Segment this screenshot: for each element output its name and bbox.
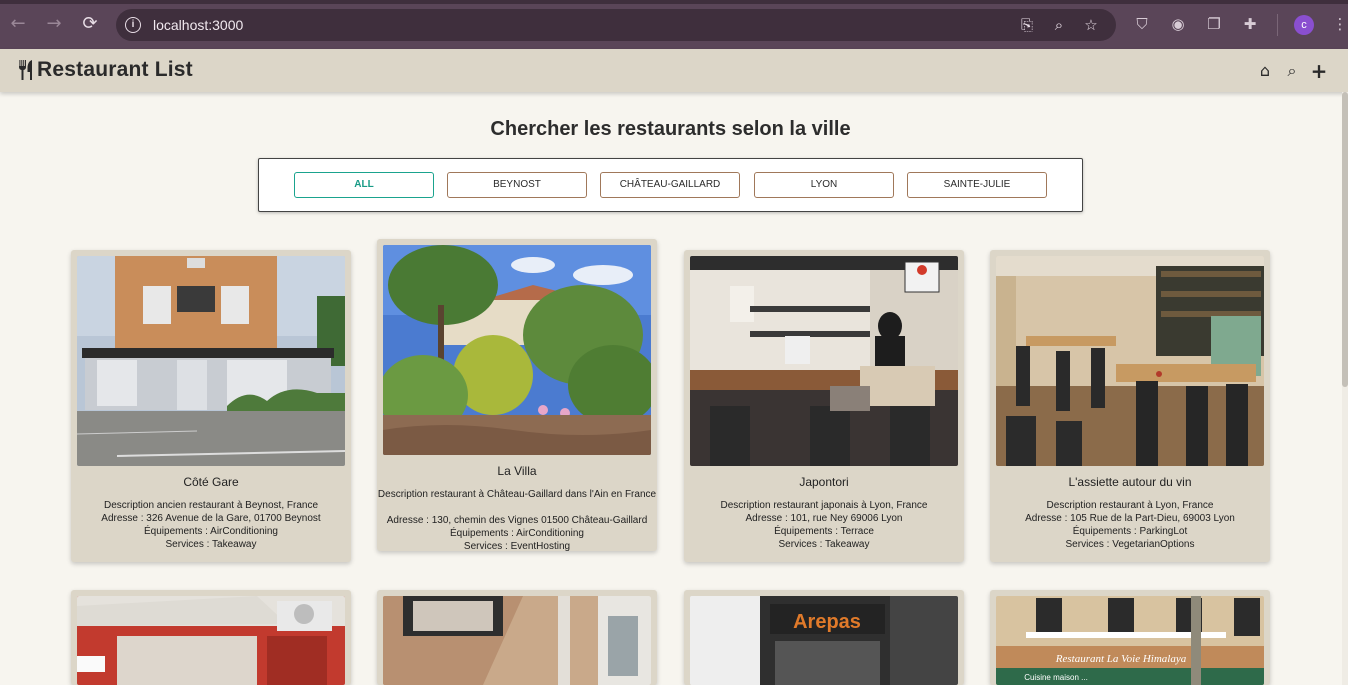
restaurant-photo bbox=[996, 256, 1264, 466]
shield-extension-icon[interactable]: ⛉ bbox=[1133, 15, 1151, 33]
restaurant-photo: Restaurant La Voie Himalaya Cuisine mais… bbox=[996, 596, 1264, 685]
url-text[interactable]: localhost:3000 bbox=[153, 17, 243, 33]
restaurant-photo bbox=[77, 596, 345, 685]
restaurant-photo: Arepas bbox=[690, 596, 958, 685]
restaurant-description: Description restaurant à Château-Gaillar… bbox=[377, 489, 657, 500]
filter-chateau-gaillard-button[interactable]: CHÂTEAU-GAILLARD bbox=[600, 172, 740, 198]
utensils-icon bbox=[18, 60, 32, 80]
restaurant-photo bbox=[77, 256, 345, 466]
browser-menu-icon[interactable]: ⋮ bbox=[1331, 15, 1348, 33]
restaurant-card[interactable]: Côté Gare Description ancien restaurant … bbox=[71, 250, 351, 562]
filter-all-button[interactable]: ALL bbox=[294, 172, 434, 198]
copy-extension-icon[interactable]: ❐ bbox=[1205, 15, 1223, 33]
browser-toolbar: ← → ⟳ i localhost:3000 ⎘ ⌕ ☆ ⛉ ◉ ❐ ✚ c ⋮ bbox=[0, 0, 1348, 49]
restaurant-services: Services : Takeaway bbox=[778, 539, 870, 550]
restaurant-photo bbox=[383, 596, 651, 685]
restaurant-services: Services : EventHosting bbox=[463, 541, 571, 551]
page-scrollbar[interactable] bbox=[1342, 92, 1348, 685]
app-title: Restaurant List bbox=[37, 58, 193, 81]
profile-avatar[interactable]: c bbox=[1294, 15, 1314, 35]
restaurant-name: L'assiette autour du vin bbox=[1068, 475, 1192, 489]
app-header: Restaurant List ⌂ ⌕ + bbox=[0, 49, 1348, 92]
extensions-puzzle-icon[interactable]: ✚ bbox=[1241, 15, 1259, 33]
home-icon[interactable]: ⌂ bbox=[1255, 61, 1275, 81]
address-bar[interactable]: i localhost:3000 ⎘ ⌕ ☆ bbox=[116, 9, 1116, 41]
restaurant-address: Adresse : 326 Avenue de la Gare, 01700 B… bbox=[101, 513, 321, 524]
zoom-icon[interactable]: ⌕ bbox=[1050, 16, 1068, 34]
restaurant-card[interactable]: Restaurant La Voie Himalaya Cuisine mais… bbox=[990, 590, 1270, 685]
bookmark-star-icon[interactable]: ☆ bbox=[1082, 16, 1100, 34]
page-title: Chercher les restaurants selon la ville bbox=[490, 118, 851, 140]
restaurant-equipment: Équipements : Terrace bbox=[774, 526, 874, 537]
restaurant-card[interactable]: Japontori Description restaurant japonai… bbox=[684, 250, 964, 562]
restaurant-services: Services : Takeaway bbox=[165, 539, 257, 550]
forward-icon[interactable]: → bbox=[44, 14, 64, 34]
restaurant-equipment: Équipements : AirConditioning bbox=[450, 528, 584, 539]
restaurant-card[interactable] bbox=[377, 590, 657, 685]
filter-beynost-button[interactable]: BEYNOST bbox=[447, 172, 587, 198]
restaurant-photo bbox=[383, 245, 651, 455]
restaurant-name: Japontori bbox=[799, 475, 849, 489]
restaurant-card[interactable]: La Villa Description restaurant à Châtea… bbox=[377, 239, 657, 551]
filter-sainte-julie-button[interactable]: SAINTE-JULIE bbox=[907, 172, 1047, 198]
scrollbar-thumb[interactable] bbox=[1342, 92, 1348, 387]
restaurant-name: La Villa bbox=[497, 464, 537, 478]
add-icon[interactable]: + bbox=[1309, 61, 1329, 81]
restaurant-card[interactable]: Arepas bbox=[684, 590, 964, 685]
toolbar-divider bbox=[1277, 14, 1278, 36]
restaurant-description: Description ancien restaurant à Beynost,… bbox=[104, 500, 318, 511]
restaurant-services: Services : VegetarianOptions bbox=[1065, 539, 1195, 550]
restaurant-address: Adresse : 105 Rue de la Part-Dieu, 69003… bbox=[1025, 513, 1235, 524]
restaurant-card[interactable] bbox=[71, 590, 351, 685]
sign-text-arepas: Arepas bbox=[793, 611, 861, 633]
tab-strip-edge bbox=[0, 0, 1348, 4]
restaurant-description: Description restaurant japonais à Lyon, … bbox=[720, 500, 928, 511]
sign-subtext-himalaya: Cuisine maison ... bbox=[1024, 673, 1088, 682]
restaurant-address: Adresse : 101, rue Ney 69006 Lyon bbox=[745, 513, 903, 524]
city-filter-bar: ALL BEYNOST CHÂTEAU-GAILLARD LYON SAINTE… bbox=[258, 158, 1083, 212]
install-app-icon[interactable]: ⎘ bbox=[1018, 16, 1036, 34]
search-icon[interactable]: ⌕ bbox=[1282, 61, 1302, 81]
reload-icon[interactable]: ⟳ bbox=[80, 14, 100, 34]
restaurant-address: Adresse : 130, chemin des Vignes 01500 C… bbox=[386, 515, 648, 526]
brand[interactable]: Restaurant List bbox=[17, 58, 193, 82]
restaurant-equipment: Équipements : AirConditioning bbox=[144, 526, 278, 537]
camera-extension-icon[interactable]: ◉ bbox=[1169, 15, 1187, 33]
sign-text-himalaya: Restaurant La Voie Himalaya bbox=[1055, 653, 1187, 665]
restaurant-photo bbox=[690, 256, 958, 466]
back-icon[interactable]: ← bbox=[8, 14, 28, 34]
restaurant-name: Côté Gare bbox=[183, 475, 239, 489]
site-info-icon[interactable]: i bbox=[125, 17, 141, 33]
restaurant-card[interactable]: L'assiette autour du vin Description res… bbox=[990, 250, 1270, 562]
restaurant-description: Description restaurant à Lyon, France bbox=[1046, 500, 1214, 511]
filter-lyon-button[interactable]: LYON bbox=[754, 172, 894, 198]
restaurant-equipment: Équipements : ParkingLot bbox=[1072, 526, 1188, 537]
